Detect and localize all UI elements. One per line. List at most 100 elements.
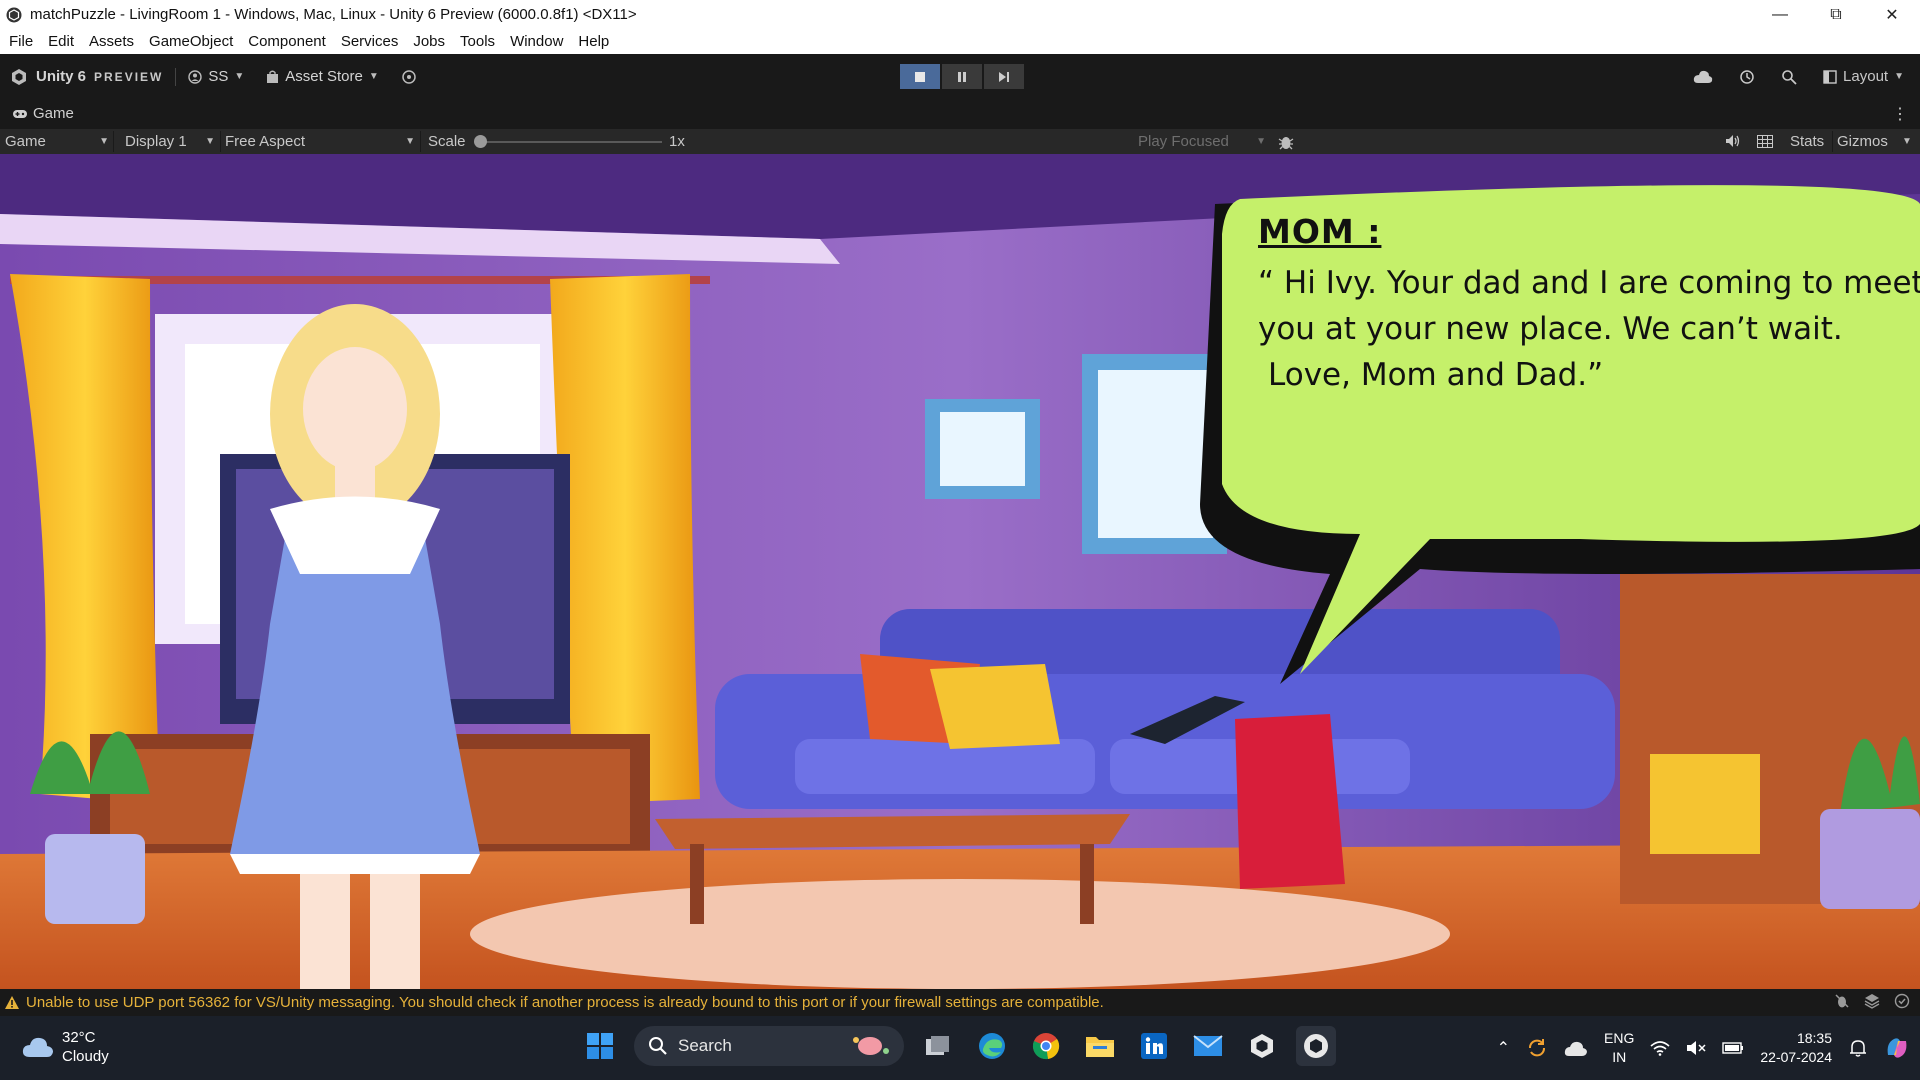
- game-view[interactable]: MOM : “ Hi Ivy. Your dad and I are comin…: [0, 154, 1920, 989]
- play-controls: [900, 64, 1024, 89]
- asset-store-dropdown[interactable]: Asset Store ▼: [266, 68, 379, 85]
- account-dropdown[interactable]: SS ▼: [188, 68, 244, 85]
- task-view-icon: [926, 1036, 949, 1055]
- history-icon[interactable]: [1739, 69, 1755, 85]
- preview-label: PREVIEW: [94, 69, 164, 84]
- menu-help[interactable]: Help: [578, 33, 609, 50]
- edge-app[interactable]: [972, 1026, 1012, 1066]
- menu-jobs[interactable]: Jobs: [413, 33, 445, 50]
- chevron-up-icon[interactable]: ⌃: [1497, 1038, 1510, 1058]
- menu-window[interactable]: Window: [510, 33, 563, 50]
- chevron-down-icon: ▼: [205, 136, 215, 147]
- pause-button[interactable]: [942, 64, 982, 89]
- divider: [220, 131, 221, 152]
- region-code: IN: [1612, 1049, 1627, 1065]
- scale-slider-track[interactable]: [478, 141, 662, 143]
- scale-slider-handle[interactable]: [474, 135, 487, 148]
- close-button[interactable]: ✕: [1864, 0, 1920, 29]
- menu-gameobject[interactable]: GameObject: [149, 33, 233, 50]
- grid-icon[interactable]: [1757, 135, 1773, 148]
- game-options-bar: Game ▼ Display 1 ▼ Free Aspect ▼ Scale 1…: [0, 129, 1920, 154]
- start-button[interactable]: [580, 1026, 620, 1066]
- step-icon: [999, 71, 1009, 82]
- menu-services[interactable]: Services: [341, 33, 399, 50]
- play-focused-dropdown[interactable]: Play Focused ▼: [1138, 133, 1266, 150]
- taskbar-clock[interactable]: 18:35 22-07-2024: [1760, 1029, 1832, 1067]
- game-mode-dropdown[interactable]: Game ▼: [5, 133, 109, 150]
- game-tab-bar: Game ⋮: [0, 99, 1920, 129]
- check-circle-icon[interactable]: [1894, 993, 1910, 1009]
- display-dropdown[interactable]: Display 1 ▼: [125, 133, 215, 150]
- edge-icon: [979, 1033, 1005, 1059]
- task-view-button[interactable]: [918, 1026, 958, 1066]
- chevron-down-icon: ▼: [99, 136, 109, 147]
- play-button[interactable]: [900, 64, 940, 89]
- dialogue-line-1: “ Hi Ivy. Your dad and I are coming to m…: [1258, 265, 1920, 301]
- cloud-icon[interactable]: [1693, 70, 1713, 84]
- aspect-dropdown[interactable]: Free Aspect ▼: [225, 133, 415, 150]
- search-icon[interactable]: [1781, 69, 1797, 85]
- windows-taskbar: 32°C Cloudy Search ⌃ ENG IN 18:35 22-07-…: [0, 1016, 1920, 1080]
- chevron-down-icon[interactable]: ▼: [1902, 136, 1912, 147]
- chevron-down-icon: ▼: [368, 71, 379, 82]
- layers-icon[interactable]: [1864, 993, 1880, 1009]
- dialogue-line-2: you at your new place. We can’t wait.: [1258, 311, 1843, 347]
- unity-editor-app[interactable]: [1296, 1026, 1336, 1066]
- mail-app[interactable]: [1188, 1026, 1228, 1066]
- chevron-down-icon: ▼: [1894, 71, 1904, 82]
- search-highlight-icon: [853, 1037, 889, 1055]
- window-titlebar: matchPuzzle - LivingRoom 1 - Windows, Ma…: [0, 0, 1920, 29]
- menu-assets[interactable]: Assets: [89, 33, 134, 50]
- unity-brand: Unity 6 PREVIEW: [10, 68, 163, 86]
- restore-button[interactable]: ⧉: [1808, 0, 1864, 29]
- unity-hub-icon: [1251, 1034, 1273, 1058]
- cloud-services-icon[interactable]: [401, 69, 417, 85]
- linkedin-icon: [1141, 1033, 1167, 1059]
- bug-icon[interactable]: [1278, 133, 1294, 150]
- console-status-bar[interactable]: Unable to use UDP port 56362 for VS/Unit…: [0, 989, 1920, 1016]
- unity-hub-app[interactable]: [1242, 1026, 1282, 1066]
- unity-app-icon: [6, 7, 22, 22]
- tab-game[interactable]: Game: [12, 105, 74, 122]
- audio-icon[interactable]: [1725, 134, 1741, 148]
- dialogue-line-3: Love, Mom and Dad.”: [1268, 357, 1604, 393]
- notification-bell-icon[interactable]: [1848, 1038, 1868, 1058]
- more-options-icon[interactable]: ⋮: [1892, 104, 1908, 124]
- tab-game-label: Game: [33, 105, 74, 122]
- display-label: Display 1: [125, 133, 187, 150]
- step-button[interactable]: [984, 64, 1024, 89]
- play-focused-label: Play Focused: [1138, 133, 1229, 150]
- system-tray: ⌃ ENG IN 18:35 22-07-2024: [1497, 1026, 1910, 1070]
- language-indicator[interactable]: ENG IN: [1604, 1029, 1634, 1067]
- asset-store-label: Asset Store: [285, 68, 363, 85]
- battery-icon[interactable]: [1722, 1041, 1744, 1055]
- taskbar-search[interactable]: Search: [634, 1026, 904, 1066]
- sync-icon[interactable]: [1526, 1037, 1548, 1059]
- weather-widget[interactable]: 32°C Cloudy: [22, 1028, 109, 1066]
- menu-component[interactable]: Component: [248, 33, 326, 50]
- wifi-icon[interactable]: [1650, 1040, 1670, 1056]
- copilot-icon[interactable]: [1884, 1035, 1910, 1061]
- menu-tools[interactable]: Tools: [460, 33, 495, 50]
- gamepad-icon: [13, 109, 27, 118]
- unity-brand-label: Unity 6: [36, 68, 87, 85]
- stats-button[interactable]: Stats: [1790, 133, 1824, 150]
- chrome-app[interactable]: [1026, 1026, 1066, 1066]
- bag-icon: [267, 70, 279, 83]
- volume-muted-icon[interactable]: [1686, 1040, 1706, 1056]
- debug-icon[interactable]: [1834, 993, 1850, 1009]
- windows-logo-icon: [587, 1033, 613, 1059]
- chrome-icon: [1032, 1033, 1060, 1060]
- file-explorer-app[interactable]: [1080, 1026, 1120, 1066]
- menu-file[interactable]: File: [9, 33, 33, 50]
- language-code: ENG: [1604, 1030, 1635, 1046]
- dialogue-speaker: MOM :: [1258, 212, 1382, 251]
- layout-label: Layout: [1843, 68, 1889, 85]
- onedrive-icon[interactable]: [1564, 1039, 1588, 1057]
- layout-dropdown[interactable]: Layout ▼: [1823, 68, 1904, 85]
- pause-icon: [958, 71, 966, 82]
- menu-edit[interactable]: Edit: [48, 33, 74, 50]
- gizmos-button[interactable]: Gizmos: [1837, 133, 1888, 150]
- minimize-button[interactable]: —: [1752, 0, 1808, 29]
- linkedin-app[interactable]: [1134, 1026, 1174, 1066]
